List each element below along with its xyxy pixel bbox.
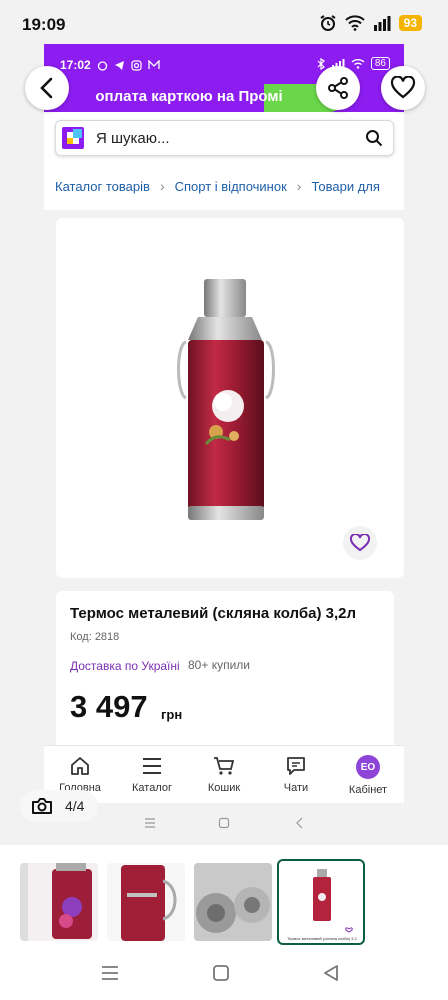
breadcrumb-sport[interactable]: Спорт і відпочинок: [175, 179, 287, 194]
back-button[interactable]: [25, 66, 69, 110]
thumbnail-image: [313, 869, 353, 933]
prom-logo-icon: [62, 127, 84, 149]
telegram-icon: [114, 60, 124, 70]
menu-icon: [145, 818, 155, 828]
clock: 19:09: [22, 15, 66, 34]
inner-clock: 17:02: [60, 58, 91, 72]
delivery-link[interactable]: Доставка по Україні: [70, 659, 180, 673]
chat-icon: [287, 757, 305, 775]
search-icon[interactable]: [365, 129, 383, 147]
product-info-card: Термос металевий (скляна колба) 3,2л Код…: [56, 591, 394, 761]
gallery-counter-text: 4/4: [65, 798, 85, 814]
breadcrumb-catalog[interactable]: Каталог товарів: [55, 179, 150, 194]
home-button-icon[interactable]: [212, 964, 230, 982]
nav-cart[interactable]: Кошик: [188, 746, 260, 804]
nav-chats[interactable]: Чати: [260, 746, 332, 804]
recent-apps-icon[interactable]: [101, 965, 119, 981]
thumbnail-image: [121, 865, 177, 941]
nav-cabinet[interactable]: ЕО Кабінет: [332, 746, 404, 804]
home-square-icon: [218, 817, 230, 829]
banner-text: оплата карткою на Промі: [95, 88, 283, 105]
thumbnail-strip: Термос металевий (скляна колба) 3,2л: [0, 845, 448, 955]
gallery-counter: 4/4: [20, 790, 98, 822]
thumbnail-1[interactable]: [20, 863, 98, 941]
nav-catalog-label: Каталог: [132, 782, 172, 794]
share-button[interactable]: [316, 66, 360, 110]
thumbnail-image: [20, 863, 92, 941]
instagram-icon: [131, 59, 142, 71]
share-icon: [328, 77, 348, 99]
favorite-top-button[interactable]: [381, 66, 425, 110]
mail-icon: [148, 60, 160, 69]
home-icon: [71, 757, 89, 775]
product-code: Код: 2818: [70, 631, 120, 643]
bluetooth-icon: [317, 57, 325, 70]
system-nav-bar: [0, 955, 448, 1000]
product-title: Термос металевий (скляна колба) 3,2л: [70, 605, 356, 622]
nav-cabinet-label: Кабінет: [348, 784, 388, 796]
nav-catalog[interactable]: Каталог: [116, 746, 188, 804]
product-screenshot[interactable]: 17:02 86 оплата карткою на Промі Каталог…: [44, 44, 404, 844]
heart-icon: [390, 76, 416, 99]
thumbnail-caption: Термос металевий (скляна колба) 3,2л: [287, 936, 357, 941]
breadcrumb: Каталог товарів › Спорт і відпочинок › Т…: [55, 178, 380, 194]
thumbnail-4-selected[interactable]: Термос металевий (скляна колба) 3,2л: [277, 859, 365, 945]
back-triangle-icon[interactable]: [322, 964, 340, 982]
thumbnail-3[interactable]: [194, 863, 272, 941]
breadcrumb-goods[interactable]: Товари для: [311, 179, 379, 194]
alarm-icon: [97, 60, 107, 71]
heart-icon: [350, 534, 370, 552]
battery-indicator: 93: [398, 15, 422, 31]
thermos-image[interactable]: [176, 274, 276, 534]
cart-icon: [214, 757, 235, 775]
bottom-navigation: Головна Каталог Кошик Чати ЕО Кабінет: [44, 745, 404, 804]
avatar: ЕО: [356, 755, 380, 779]
system-status-bar: 19:09 93: [0, 0, 448, 50]
bought-count: 80+ купили: [188, 658, 250, 672]
chevron-right-icon: ›: [296, 178, 302, 194]
chevron-left-icon: [40, 77, 53, 99]
wifi-icon: [344, 15, 365, 31]
thumbnail-2[interactable]: [107, 863, 185, 941]
favorite-button[interactable]: [343, 526, 377, 560]
inner-battery: 86: [370, 57, 390, 70]
search-bar[interactable]: [55, 120, 394, 156]
nav-cart-label: Кошик: [207, 782, 241, 794]
camera-icon: [32, 798, 52, 814]
wifi-icon: [351, 59, 365, 69]
price-currency: грн: [161, 707, 183, 722]
product-price: 3 497: [70, 689, 148, 724]
chevron-right-icon: ›: [159, 178, 165, 194]
product-image-card[interactable]: [56, 218, 404, 578]
status-icons: 93: [319, 14, 422, 32]
menu-icon: [143, 758, 161, 774]
search-input[interactable]: [96, 121, 346, 155]
alarm-icon: [320, 15, 336, 31]
signal-icon: [373, 16, 391, 31]
nav-chats-label: Чати: [283, 782, 309, 794]
thumbnail-image: [194, 863, 272, 941]
inner-system-nav: [44, 803, 404, 844]
back-icon: [296, 817, 303, 829]
